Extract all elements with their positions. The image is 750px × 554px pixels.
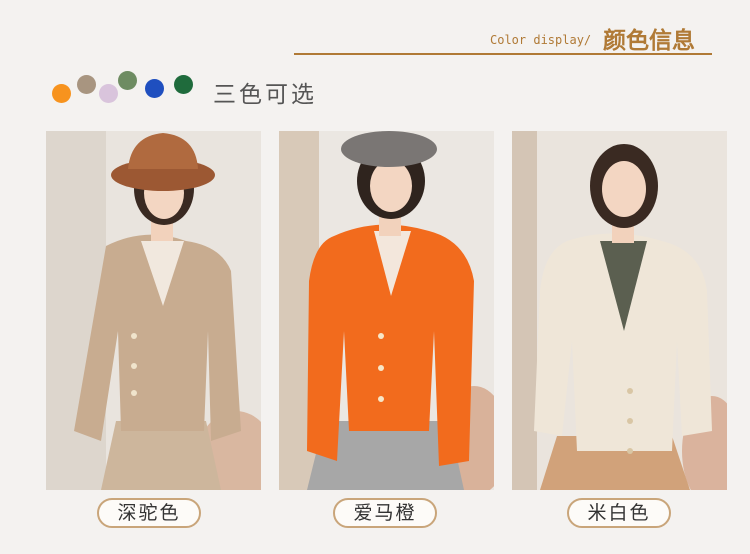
header-chinese-title: 颜色信息: [603, 28, 695, 54]
header-english-title: Color display/: [490, 33, 592, 47]
palette-label: 三色可选: [213, 82, 317, 108]
section-header: Color display/ 颜色信息: [294, 18, 712, 56]
swatch-orange: [52, 84, 71, 103]
swatch-camel: [77, 75, 96, 94]
swatch-blue: [145, 79, 164, 98]
swatch-sage: [118, 71, 137, 90]
product-photo-camel: [46, 131, 261, 490]
swatch-green: [174, 75, 193, 94]
product-photo-orange: [279, 131, 494, 490]
color-label-ivory: 米白色: [567, 498, 671, 528]
color-label-camel: 深驼色: [97, 498, 201, 528]
color-label-orange: 爱马橙: [333, 498, 437, 528]
product-photo-ivory: [512, 131, 727, 490]
header-underline: [294, 53, 712, 55]
swatch-lilac: [99, 84, 118, 103]
